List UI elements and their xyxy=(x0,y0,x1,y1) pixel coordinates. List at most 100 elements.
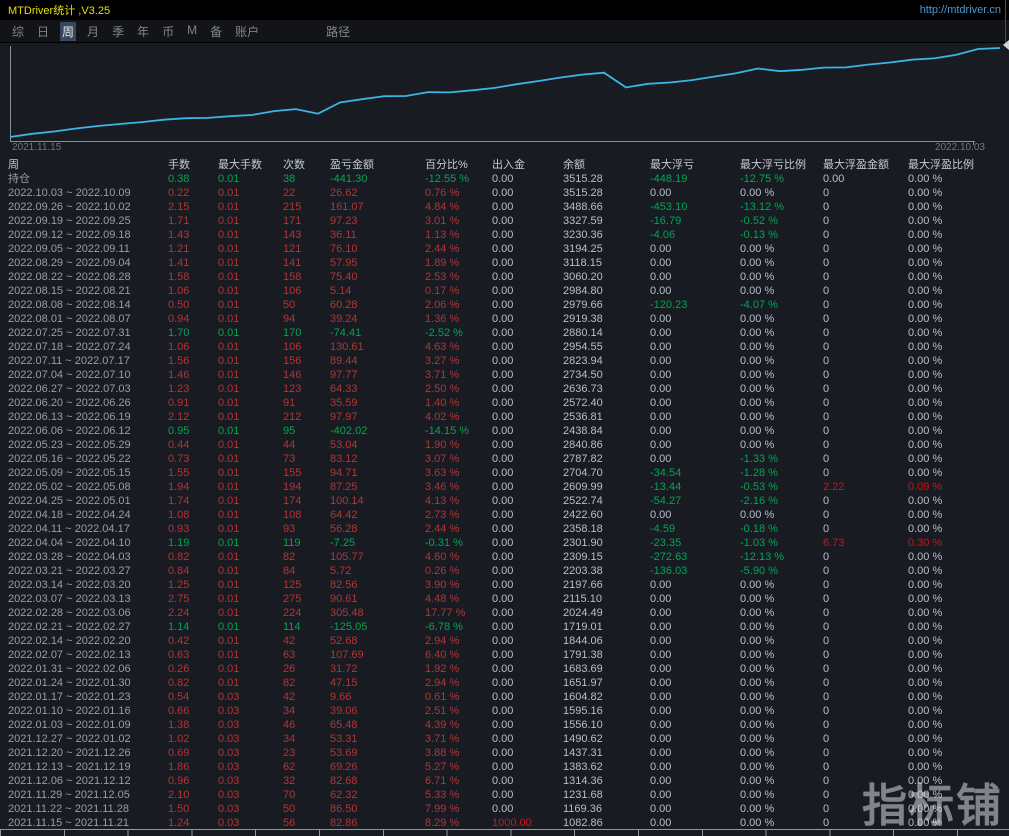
table-row[interactable]: 2022.04.25 ~ 2022.05.01 1.74 0.01 174 100.14… xyxy=(0,494,1009,508)
cell: 1556.10 xyxy=(563,719,603,731)
table-row[interactable]: 2022.03.21 ~ 2022.03.27 0.84 0.01 84 5.72 0.2… xyxy=(0,564,1009,578)
cell: 75.40 xyxy=(330,271,358,283)
table-row[interactable]: 2022.08.29 ~ 2022.09.04 1.41 0.01 141 57.95 1… xyxy=(0,256,1009,270)
cell: 82.56 xyxy=(330,579,358,591)
table-row[interactable]: 2022.09.19 ~ 2022.09.25 1.71 0.01 171 97.23 3… xyxy=(0,214,1009,228)
menu-item-path[interactable]: 路径 xyxy=(326,23,350,40)
cell: 0.00 % xyxy=(740,327,775,339)
cell: 0.01 xyxy=(218,439,240,451)
cell: 1.70 xyxy=(168,327,190,339)
menu-item-3[interactable]: 月 xyxy=(85,22,101,41)
table-row[interactable]: 2022.10.03 ~ 2022.10.09 0.22 0.01 22 26.62 0.… xyxy=(0,186,1009,200)
menu-item-8[interactable]: 备 xyxy=(208,22,224,41)
scroll-left-arrow-icon[interactable] xyxy=(1003,40,1009,50)
menu-item-9[interactable]: 账户 xyxy=(233,22,261,41)
cell: 0.00 % xyxy=(908,803,943,815)
table-row[interactable]: 2022.01.03 ~ 2022.01.09 1.38 0.03 46 65.48 4.… xyxy=(0,718,1009,732)
cell: 0.00 % xyxy=(908,243,943,255)
column-header[interactable]: 最大浮亏比例 xyxy=(740,158,823,172)
column-header[interactable]: 盈亏金额 xyxy=(330,158,425,172)
table-row[interactable]: 2021.11.15 ~ 2021.11.21 1.24 0.03 56 82.86 8.… xyxy=(0,816,1009,830)
menu-item-5[interactable]: 年 xyxy=(135,22,151,41)
table-row[interactable]: 2021.11.22 ~ 2021.11.28 1.50 0.03 50 86.50 7.… xyxy=(0,802,1009,816)
column-header[interactable]: 余额 xyxy=(563,158,650,172)
table-row[interactable]: 2022.06.13 ~ 2022.06.19 2.12 0.01 212 97.97 4… xyxy=(0,410,1009,424)
cell: 0.94 xyxy=(168,313,190,325)
cell: 0.00 xyxy=(492,369,514,381)
table-row[interactable]: 2022.03.14 ~ 2022.03.20 1.25 0.01 125 82.56 3… xyxy=(0,578,1009,592)
menu-item-6[interactable]: 币 xyxy=(160,22,176,41)
column-header[interactable]: 周 xyxy=(8,158,168,172)
cell: 0 xyxy=(823,313,830,325)
table-row[interactable]: 2022.04.04 ~ 2022.04.10 1.19 0.01 119 -7.25 -… xyxy=(0,536,1009,550)
table-row[interactable]: 2022.02.14 ~ 2022.02.20 0.42 0.01 42 52.68 2.… xyxy=(0,634,1009,648)
website-link[interactable]: http://mtdriver.cn xyxy=(920,4,1001,16)
table-row[interactable]: 2022.09.12 ~ 2022.09.18 1.43 0.01 143 36.11 1… xyxy=(0,228,1009,242)
menu-item-1[interactable]: 日 xyxy=(35,22,51,41)
menu-item-2[interactable]: 周 xyxy=(60,21,77,41)
cell: 1.71 xyxy=(168,215,190,227)
table-row[interactable]: 2022.01.31 ~ 2022.02.06 0.26 0.01 26 31.72 1.… xyxy=(0,662,1009,676)
table-row[interactable]: 2021.12.13 ~ 2021.12.19 1.86 0.03 62 69.26 5.… xyxy=(0,760,1009,774)
table-row[interactable]: 2022.09.26 ~ 2022.10.02 2.15 0.01 215 161.07… xyxy=(0,200,1009,214)
table-row[interactable]: 2022.03.28 ~ 2022.04.03 0.82 0.01 82 105.77 4… xyxy=(0,550,1009,564)
column-header[interactable]: 出入金 xyxy=(492,158,563,172)
menu-items: 综日周月季年币 M 备账户 xyxy=(10,21,270,41)
table-row[interactable]: 2021.12.20 ~ 2021.12.26 0.69 0.03 23 53.69 3.… xyxy=(0,746,1009,760)
table-row[interactable]: 2022.07.11 ~ 2022.07.17 1.56 0.01 156 89.44 3… xyxy=(0,354,1009,368)
column-header[interactable]: 最大浮盈金额 xyxy=(823,158,908,172)
table-row[interactable]: 2022.01.10 ~ 2022.01.16 0.66 0.03 34 39.06 2.… xyxy=(0,704,1009,718)
cell: 6.73 xyxy=(823,537,845,549)
table-row[interactable]: 2022.07.25 ~ 2022.07.31 1.70 0.01 170 -74.41… xyxy=(0,326,1009,340)
table-row[interactable]: 2022.06.06 ~ 2022.06.12 0.95 0.01 95 -402.02… xyxy=(0,424,1009,438)
cell: 2022.04.04 ~ 2022.04.10 xyxy=(8,537,131,549)
menu-item-0[interactable]: 综 xyxy=(10,22,26,41)
cell: 2.73 % xyxy=(425,509,460,521)
cell: 0 xyxy=(823,495,830,507)
table-row[interactable]: 2022.05.23 ~ 2022.05.29 0.44 0.01 44 53.04 1.… xyxy=(0,438,1009,452)
window-edge-divider xyxy=(1005,0,1006,43)
table-row[interactable]: 2022.05.09 ~ 2022.05.15 1.55 0.01 155 94.71 3… xyxy=(0,466,1009,480)
table-row[interactable]: 持仓 0.38 0.01 38 -441.30 -12.55 % 0.00 3515.28 -4… xyxy=(0,172,1009,186)
cell: 0 xyxy=(823,789,830,801)
cell: 84 xyxy=(283,565,296,577)
table-row[interactable]: 2022.04.18 ~ 2022.04.24 1.08 0.01 108 64.42 2… xyxy=(0,508,1009,522)
table-row[interactable]: 2022.08.22 ~ 2022.08.28 1.58 0.01 158 75.40 2… xyxy=(0,270,1009,284)
table-row[interactable]: 2022.01.17 ~ 2022.01.23 0.54 0.03 42 9.66 0.6… xyxy=(0,690,1009,704)
table-row[interactable]: 2021.11.29 ~ 2021.12.05 2.10 0.03 70 62.32 5.… xyxy=(0,788,1009,802)
table-row[interactable]: 2022.07.18 ~ 2022.07.24 1.06 0.01 106 130.61… xyxy=(0,340,1009,354)
column-header[interactable]: 次数 xyxy=(283,158,330,172)
cell: 0 xyxy=(823,369,830,381)
table-row[interactable]: 2021.12.27 ~ 2022.01.02 1.02 0.03 34 53.31 3.… xyxy=(0,732,1009,746)
column-header[interactable]: 最大浮亏 xyxy=(650,158,740,172)
table-row[interactable]: 2022.08.01 ~ 2022.08.07 0.94 0.01 94 39.24 1.… xyxy=(0,312,1009,326)
table-row[interactable]: 2022.08.15 ~ 2022.08.21 1.06 0.01 106 5.14 0.… xyxy=(0,284,1009,298)
menu-item-4[interactable]: 季 xyxy=(110,22,126,41)
table-row[interactable]: 2022.01.24 ~ 2022.01.30 0.82 0.01 82 47.15 2.… xyxy=(0,676,1009,690)
table-row[interactable]: 2022.02.21 ~ 2022.02.27 1.14 0.01 114 -125.0… xyxy=(0,620,1009,634)
cell: 2022.02.21 ~ 2022.02.27 xyxy=(8,621,131,633)
table-row[interactable]: 2022.09.05 ~ 2022.09.11 1.21 0.01 121 76.10 2… xyxy=(0,242,1009,256)
table-row[interactable]: 2022.02.07 ~ 2022.02.13 0.63 0.01 63 107.69 6… xyxy=(0,648,1009,662)
column-header[interactable]: 最大手数 xyxy=(218,158,283,172)
table-row[interactable]: 2022.07.04 ~ 2022.07.10 1.46 0.01 146 97.77 3… xyxy=(0,368,1009,382)
cell: 0.01 xyxy=(218,467,240,479)
column-header[interactable]: 手数 xyxy=(168,158,218,172)
table-row[interactable]: 2022.08.08 ~ 2022.08.14 0.50 0.01 50 60.28 2.… xyxy=(0,298,1009,312)
table-row[interactable]: 2022.06.27 ~ 2022.07.03 1.23 0.01 123 64.33 2… xyxy=(0,382,1009,396)
table-row[interactable]: 2021.12.06 ~ 2021.12.12 0.96 0.03 32 82.68 6.… xyxy=(0,774,1009,788)
table-row[interactable]: 2022.05.02 ~ 2022.05.08 1.94 0.01 194 87.25 3… xyxy=(0,480,1009,494)
cell: 0.01 xyxy=(218,537,240,549)
table-row[interactable]: 2022.06.20 ~ 2022.06.26 0.91 0.01 91 35.59 1.… xyxy=(0,396,1009,410)
table-row[interactable]: 2022.04.11 ~ 2022.04.17 0.93 0.01 93 56.28 2.… xyxy=(0,522,1009,536)
cell: 106 xyxy=(283,341,302,353)
cell: 47.15 xyxy=(330,677,358,689)
table-row[interactable]: 2022.05.16 ~ 2022.05.22 0.73 0.01 73 83.12 3.… xyxy=(0,452,1009,466)
cell: 0 xyxy=(823,747,830,759)
table-row[interactable]: 2022.02.28 ~ 2022.03.06 2.24 0.01 224 305.48… xyxy=(0,606,1009,620)
table-row[interactable]: 2022.03.07 ~ 2022.03.13 2.75 0.01 275 90.61 4… xyxy=(0,592,1009,606)
column-header[interactable]: 百分比% xyxy=(425,158,492,172)
cell: 97.23 xyxy=(330,215,358,227)
menu-item-7[interactable]: M xyxy=(185,22,199,41)
column-header[interactable]: 最大浮盈比例 xyxy=(908,158,1009,172)
